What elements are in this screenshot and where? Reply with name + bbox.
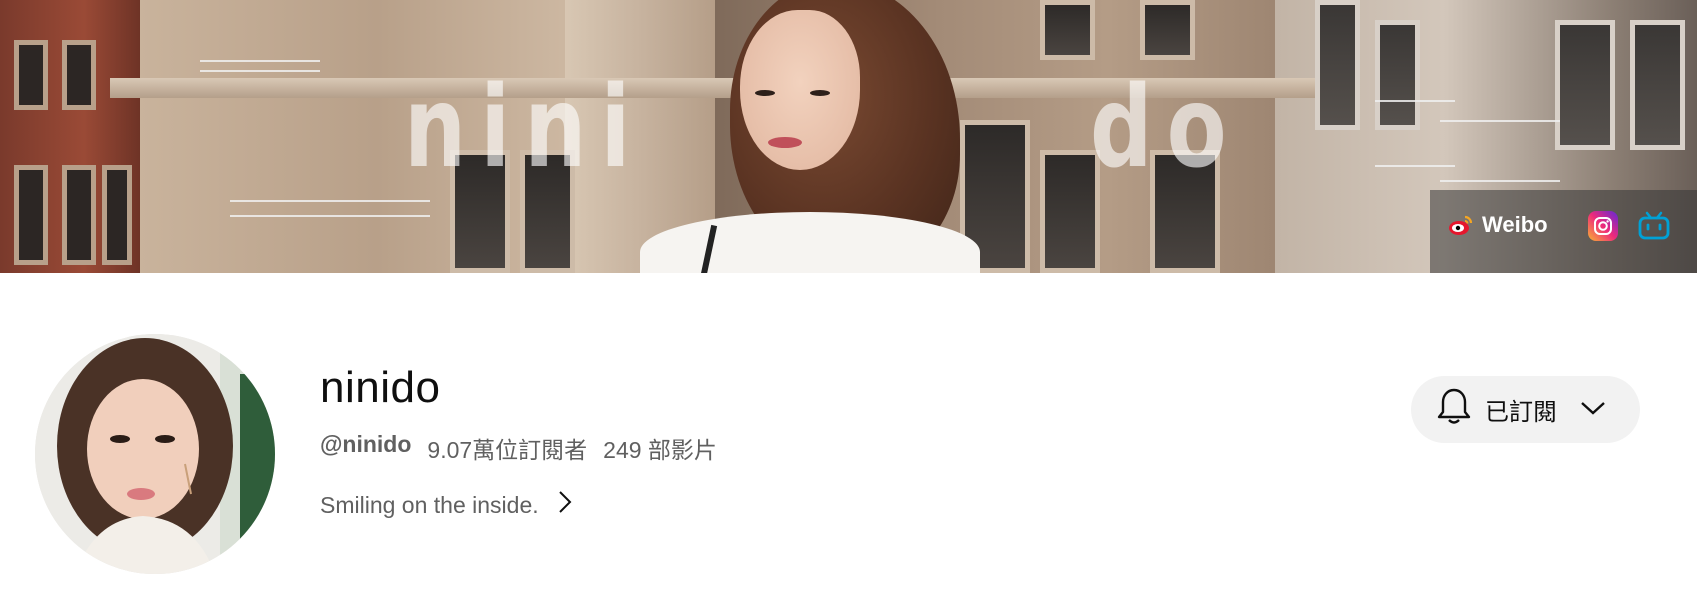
subscribed-button[interactable]: 已訂閱 — [1411, 376, 1640, 443]
channel-name: ninido — [320, 363, 441, 412]
subscriber-count: 9.07萬位訂閱者 — [427, 437, 588, 463]
video-count: 249 部影片 — [603, 437, 717, 463]
bell-icon — [1437, 387, 1471, 432]
channel-banner: nini do Weibo — [0, 0, 1697, 273]
banner-title-left: nini — [404, 63, 645, 193]
weibo-label: Weibo — [1482, 212, 1548, 237]
channel-avatar[interactable] — [35, 334, 275, 574]
bilibili-icon[interactable] — [1638, 211, 1670, 241]
channel-meta: @ninido 9.07萬位訂閱者 249 部影片 — [320, 431, 717, 465]
chevron-down-icon — [1579, 396, 1607, 424]
channel-description-text: Smiling on the inside. — [320, 491, 539, 518]
channel-description[interactable]: Smiling on the inside. — [320, 490, 573, 520]
banner-title-right: do — [1090, 63, 1241, 193]
subscribed-label: 已訂閱 — [1485, 399, 1557, 426]
weibo-icon — [1448, 214, 1474, 236]
instagram-icon[interactable] — [1588, 211, 1618, 241]
channel-handle: @ninido — [320, 431, 412, 457]
chevron-right-icon — [557, 490, 573, 520]
weibo-link[interactable]: Weibo — [1448, 212, 1548, 238]
